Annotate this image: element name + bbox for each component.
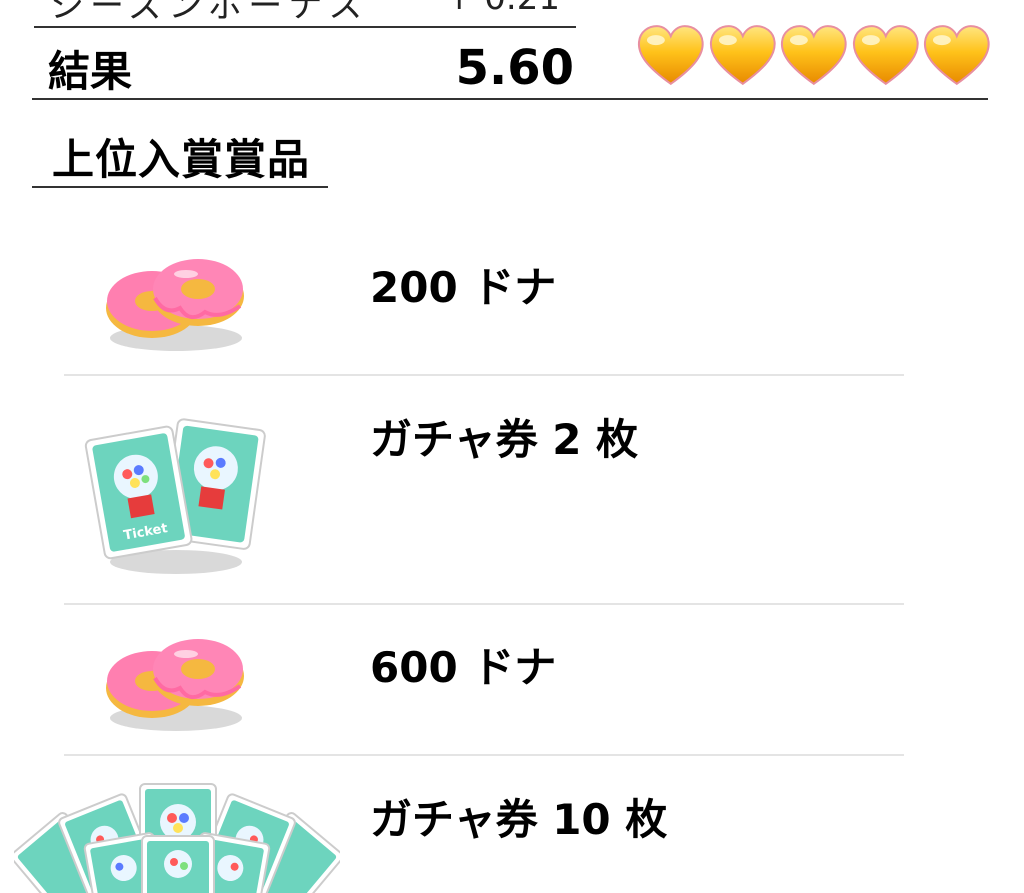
gold-heart-icon [852,25,919,86]
bonus-value: + 0.21 [445,0,560,18]
prize-label: 200 ドナ [370,263,557,312]
section-title-underline [32,186,328,188]
bonus-row: シーズンボーナス + 0.21 [34,0,576,28]
bonus-label: シーズンボーナス [50,0,369,26]
gacha-ticket-stack-icon [14,783,340,893]
gold-heart-icon [781,25,847,86]
prize-divider [64,603,904,605]
result-label: 結果 [48,47,133,96]
prize-divider [64,374,904,376]
donut-icon [106,639,244,731]
gold-heart-icon [924,25,990,86]
prize-divider [64,754,904,756]
gacha-ticket-icon: Ticket [84,418,266,574]
prize-label: ガチャ券 2 枚 [370,415,639,464]
section-title: 上位入賞賞品 [52,135,311,184]
gold-heart-icon [709,25,776,86]
prize-label: ガチャ券 10 枚 [370,795,668,844]
prize-label: 600 ドナ [370,643,557,692]
gold-heart-icon [637,25,704,86]
donut-icon [106,259,244,351]
result-divider [32,98,988,100]
heart-rating [636,24,992,90]
result-value: 5.60 [455,40,574,96]
